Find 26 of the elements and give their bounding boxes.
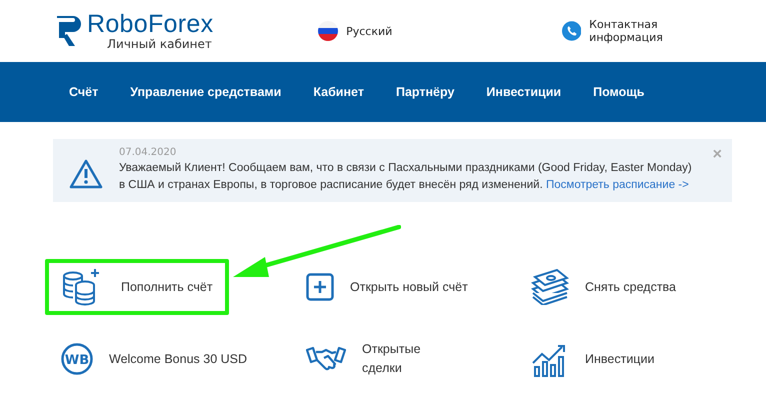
- logo-icon: [55, 14, 83, 48]
- nav-item[interactable]: Инвестиции: [486, 85, 562, 99]
- nav-item[interactable]: Помощь: [593, 85, 644, 99]
- action-link[interactable]: Открытые сделки: [290, 331, 458, 387]
- nav-item[interactable]: Счёт: [69, 85, 98, 99]
- contact-link[interactable]: Контактная информация: [562, 18, 731, 44]
- bonus-icon: WB: [61, 343, 93, 375]
- warning-icon: [69, 159, 103, 189]
- phone-icon: [562, 21, 582, 41]
- flag-icon: [318, 21, 338, 41]
- logo-name: RoboForex: [87, 12, 214, 37]
- notice-text: Уважаемый Клиент! Сообщаем вам, что в связи с Пасхальными праздниками (Good Friday, Easter Monday) в США и странах Европы, в торговое расписание будет внесён ряд изменений. Посмотреть расписание ->: [119, 161, 693, 193]
- action-link[interactable]: Снять средства: [515, 259, 692, 315]
- nav-item[interactable]: Управление средствами: [130, 85, 282, 99]
- action-link[interactable]: WB Welcome Bonus 30 USD: [45, 331, 264, 387]
- highlighted-action[interactable]: Пополнить счёт: [45, 259, 229, 315]
- plus-icon: [306, 273, 334, 301]
- nav-item[interactable]: Партнёру: [396, 85, 454, 99]
- language-link[interactable]: Русский: [318, 21, 562, 41]
- banknotes-icon: [531, 269, 569, 305]
- action-link[interactable]: Открыть новый счёт: [290, 259, 484, 315]
- notice-date: 07.04.2020: [119, 147, 178, 158]
- action-link[interactable]: Инвестиции: [515, 331, 670, 387]
- logo-subtitle: Личный кабинет: [106, 38, 213, 50]
- nav-item[interactable]: Кабинет: [313, 85, 364, 99]
- schedule-link[interactable]: Посмотреть расписание ->: [546, 178, 689, 191]
